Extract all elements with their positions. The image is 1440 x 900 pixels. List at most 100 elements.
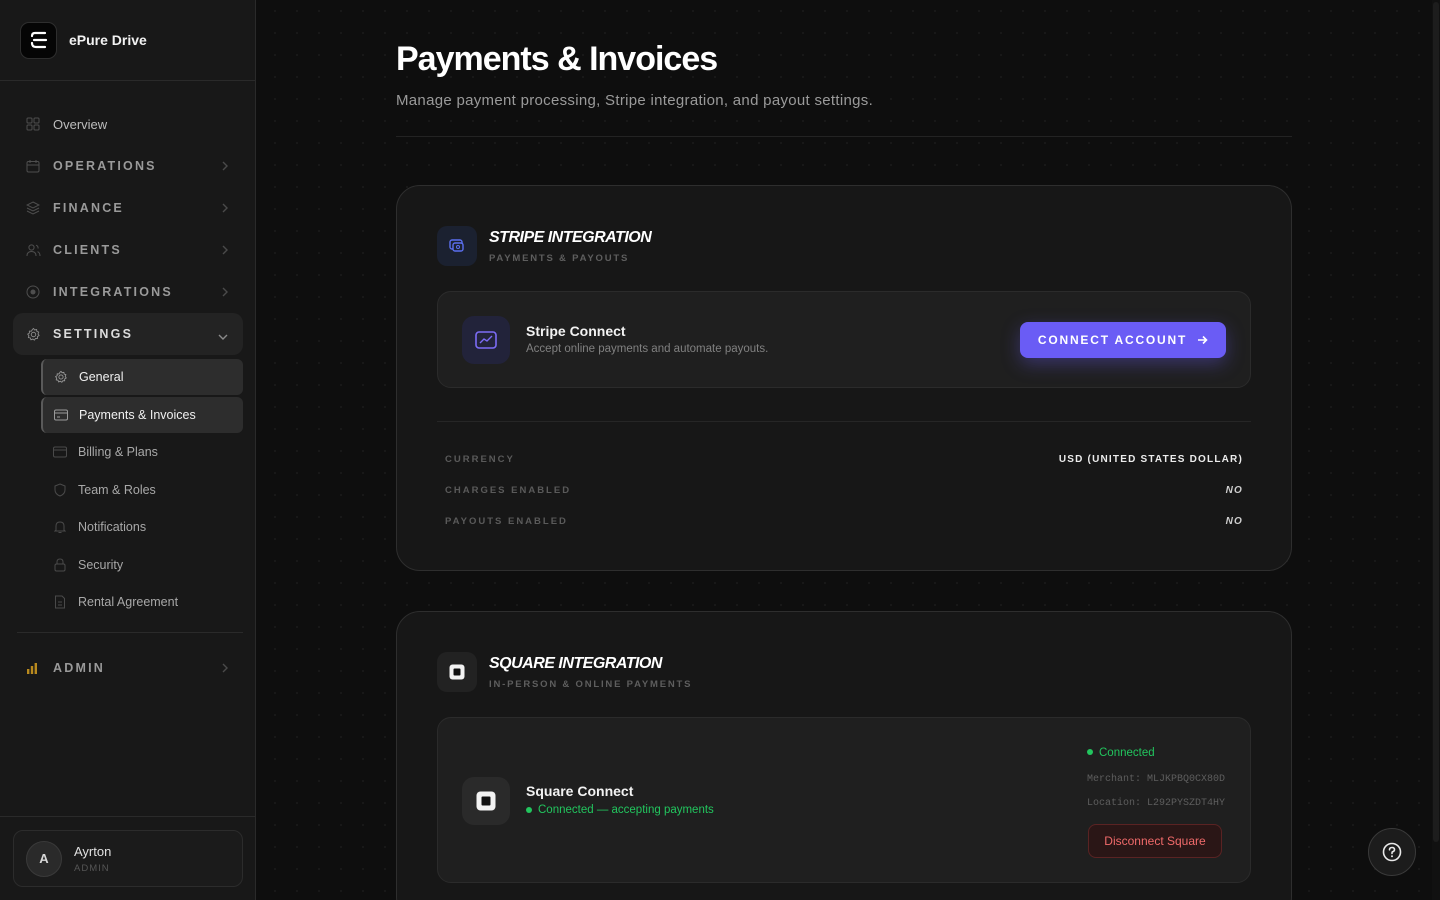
status-dot: [1087, 748, 1093, 755]
bar-chart-icon: [25, 660, 41, 676]
brand-name: ePure Drive: [69, 32, 147, 48]
shield-icon: [52, 482, 68, 498]
currency-value: USD (UNITED STATES DOLLAR): [1058, 454, 1243, 465]
charges-enabled-label: CHARGES ENABLED: [445, 485, 572, 496]
disconnect-square-button[interactable]: Disconnect Square: [1088, 824, 1222, 858]
sidebar: ePure Drive Overview OPERATIONS FINANCE: [0, 0, 256, 900]
chevron-right-icon: [221, 201, 229, 219]
nav-settings[interactable]: SETTINGS: [13, 313, 243, 355]
nav-integrations-label: INTEGRATIONS: [53, 285, 173, 299]
user-role: ADMIN: [74, 862, 110, 874]
stripe-connect-title: Stripe Connect: [526, 323, 626, 339]
nav-clients-label: CLIENTS: [53, 243, 122, 257]
arrow-right-icon: [1197, 333, 1208, 348]
payouts-enabled-label: PAYOUTS ENABLED: [445, 516, 568, 527]
subnav-billing-label: Billing & Plans: [78, 445, 158, 459]
subnav-team-roles[interactable]: Team & Roles: [41, 472, 243, 508]
subnav-general[interactable]: General: [41, 359, 243, 395]
help-icon: [1382, 842, 1402, 862]
calendar-icon: [25, 158, 41, 174]
stripe-connect-desc: Accept online payments and automate payo…: [526, 343, 769, 355]
subnav-payments-label: Payments & Invoices: [79, 407, 196, 422]
subnav-payments-invoices[interactable]: Payments & Invoices: [41, 396, 243, 433]
subnav-billing-plans[interactable]: Billing & Plans: [41, 434, 243, 470]
stripe-subtitle: PAYMENTS & PAYOUTS: [489, 252, 630, 264]
subnav-notifications-label: Notifications: [78, 520, 147, 534]
subnav-security[interactable]: Security: [41, 547, 243, 583]
subnav-general-label: General: [79, 370, 124, 384]
layers-icon: [25, 200, 41, 216]
payouts-enabled-value: NO: [1225, 516, 1243, 527]
users-icon: [25, 242, 41, 258]
detail-row-currency: CURRENCY USD (UNITED STATES DOLLAR): [445, 454, 1243, 465]
main-nav: Overview OPERATIONS FINANCE CLIENTS INTE…: [13, 103, 243, 689]
square-header-icon: [437, 652, 477, 692]
square-connect-panel: Square Connect Connected — accepting pay…: [437, 717, 1251, 883]
subnav-team-label: Team & Roles: [78, 482, 156, 497]
stripe-integration-card: STRIPE INTEGRATION PAYMENTS & PAYOUTS St…: [396, 185, 1292, 571]
chevron-right-icon: [221, 285, 229, 303]
gear-icon: [53, 369, 69, 385]
nav-clients[interactable]: CLIENTS: [13, 229, 243, 271]
help-button[interactable]: [1368, 828, 1416, 876]
brand-logo[interactable]: [20, 21, 57, 59]
status-dot: [526, 806, 532, 813]
subnav-notifications[interactable]: Notifications: [41, 509, 243, 545]
bell-icon: [52, 519, 68, 535]
chevron-right-icon: [221, 661, 229, 679]
settings-subnav: General Payments & Invoices Billing & Pl…: [41, 359, 243, 620]
square-logo-icon: [449, 664, 465, 680]
detail-row-charges: CHARGES ENABLED NO: [445, 485, 1243, 496]
scrollbar-thumb[interactable]: [1433, 2, 1439, 842]
nav-overview[interactable]: Overview: [13, 103, 243, 145]
logo-icon: [30, 31, 47, 49]
nav-operations[interactable]: OPERATIONS: [13, 145, 243, 187]
chevron-right-icon: [221, 243, 229, 261]
grid-icon: [25, 116, 41, 132]
nav-finance[interactable]: FINANCE: [13, 187, 243, 229]
detail-row-payouts: PAYOUTS ENABLED NO: [445, 516, 1243, 527]
chevron-right-icon: [221, 159, 229, 177]
square-connect-status: Connected — accepting payments: [526, 804, 714, 816]
connect-account-label: CONNECT ACCOUNT: [1037, 333, 1188, 347]
nav-integrations[interactable]: INTEGRATIONS: [13, 271, 243, 313]
stripe-details-divider: [437, 421, 1251, 422]
square-connect-title: Square Connect: [526, 783, 634, 799]
brand: ePure Drive: [0, 0, 255, 81]
nav-settings-label: SETTINGS: [53, 327, 134, 341]
stripe-header-icon: [437, 226, 477, 266]
square-title: SQUARE INTEGRATION: [489, 654, 662, 672]
gear-icon: [25, 326, 41, 342]
connect-account-button[interactable]: CONNECT ACCOUNT: [1020, 322, 1226, 358]
charges-enabled-value: NO: [1225, 485, 1243, 496]
nav-admin-label: ADMIN: [53, 661, 105, 675]
stripe-connect-panel: Stripe Connect Accept online payments an…: [437, 291, 1251, 388]
user-card[interactable]: A Ayrton ADMIN: [13, 830, 243, 887]
square-subtitle: IN-PERSON & ONLINE PAYMENTS: [489, 678, 693, 690]
location-id: Location: L292PYSZDT4HY: [1087, 798, 1226, 809]
header-divider: [396, 136, 1292, 137]
currency-label: CURRENCY: [445, 454, 515, 465]
user-area: A Ayrton ADMIN: [0, 816, 256, 900]
page-title: Payments & Invoices: [396, 40, 718, 78]
stripe-card-header: STRIPE INTEGRATION PAYMENTS & PAYOUTS: [437, 226, 652, 266]
merchant-id: Merchant: MLJKPBQ0CX80D: [1087, 774, 1226, 785]
nav-overview-label: Overview: [53, 116, 108, 132]
card-icon: [52, 444, 68, 460]
subnav-rental-label: Rental Agreement: [78, 595, 179, 609]
avatar: A: [26, 840, 62, 877]
nav-admin[interactable]: ADMIN: [13, 647, 243, 689]
credit-card-icon: [53, 407, 69, 423]
connected-badge: Connected: [1087, 743, 1226, 761]
square-logo-icon: [476, 791, 496, 811]
page-subtitle: Manage payment processing, Stripe integr…: [396, 92, 874, 109]
nav-divider: [17, 632, 243, 633]
nav-finance-label: FINANCE: [53, 201, 124, 215]
scrollbar-track[interactable]: [1432, 0, 1440, 900]
square-status-block: Connected Merchant: MLJKPBQ0CX80D Locati…: [1087, 743, 1226, 809]
document-icon: [52, 594, 68, 610]
square-connect-icon: [462, 777, 510, 825]
subnav-rental-agreement[interactable]: Rental Agreement: [41, 584, 243, 620]
stripe-icon: [449, 239, 464, 252]
user-name: Ayrton: [74, 843, 112, 859]
